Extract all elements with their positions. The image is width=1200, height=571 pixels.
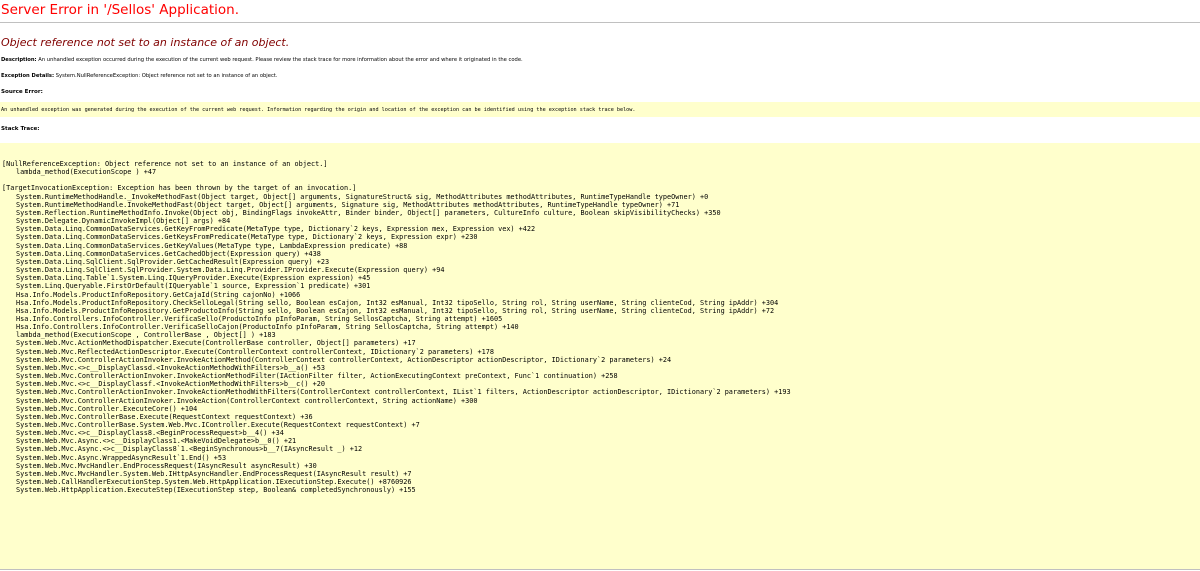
- stack-trace-line: System.Delegate.DynamicInvokeImpl(Object…: [16, 217, 231, 226]
- stack-trace-heading: Stack Trace:: [1, 126, 40, 132]
- stack-trace-line: System.Web.Mvc.<>c__DisplayClass8.<Begin…: [16, 429, 284, 438]
- stack-trace-line: System.Web.HttpApplication.ExecuteStep(I…: [16, 486, 416, 495]
- stack-trace-line: System.Data.Linq.SqlClient.SqlProvider.G…: [16, 257, 330, 266]
- stack-trace-line: System.Web.CallHandlerExecutionStep.Syst…: [16, 478, 412, 487]
- stack-trace-line: lambda_method(ExecutionScope ) +47: [16, 168, 157, 177]
- description-label: Description:: [1, 57, 37, 63]
- source-error-box: An unhandled exception was generated dur…: [0, 102, 1200, 117]
- stack-trace-line: [TargetInvocationException: Exception ha…: [2, 184, 357, 193]
- description-row: Description: An unhandled exception occu…: [1, 57, 523, 63]
- stack-trace-line: System.Web.Mvc.ControllerActionInvoker.I…: [16, 355, 672, 364]
- stack-trace-line: System.Data.Linq.CommonDataServices.GetK…: [16, 233, 478, 242]
- stack-trace-line: System.Data.Linq.CommonDataServices.GetK…: [16, 241, 408, 250]
- stack-trace-line: System.Web.Mvc.Controller.ExecuteCore() …: [16, 404, 198, 413]
- stack-trace-line: Hsa.Info.Models.ProductInfoRepository.Ge…: [16, 306, 775, 315]
- stack-trace-line: System.Web.Mvc.ControllerActionInvoker.I…: [16, 396, 478, 405]
- stack-trace-line: System.RuntimeMethodHandle._InvokeMethod…: [16, 192, 709, 201]
- source-error-text: An unhandled exception was generated dur…: [1, 107, 636, 113]
- stack-trace-line: System.Web.Mvc.ReflectedActionDescriptor…: [16, 347, 494, 356]
- stack-trace-line: System.Web.Mvc.Async.<>c__DisplayClass8`…: [16, 445, 363, 454]
- stack-trace-line: System.Reflection.RuntimeMethodInfo.Invo…: [16, 208, 721, 217]
- stack-trace-line: System.Web.Mvc.<>c__DisplayClassf.<Invok…: [16, 380, 326, 389]
- description-text: An unhandled exception occurred during t…: [38, 57, 523, 63]
- exception-details-row: Exception Details: System.NullReferenceE…: [1, 73, 277, 79]
- stack-trace-line: System.Web.Mvc.Async.WrappedAsyncResult`…: [16, 453, 227, 462]
- stack-trace-lines: [NullReferenceException: Object referenc…: [2, 160, 791, 494]
- stack-trace-line: [NullReferenceException: Object referenc…: [2, 160, 328, 168]
- stack-trace-line: Hsa.Info.Models.ProductInfoRepository.Ch…: [16, 298, 779, 307]
- stack-trace-line: Hsa.Info.Controllers.InfoController.Veri…: [16, 314, 503, 323]
- exception-details-text: System.NullReferenceException: Object re…: [55, 73, 278, 79]
- stack-trace-line: System.Data.Linq.CommonDataServices.GetC…: [16, 249, 321, 258]
- stack-trace-line: System.Web.Mvc.ControllerBase.Execute(Re…: [16, 412, 313, 421]
- stack-trace-box: [NullReferenceException: Object referenc…: [0, 143, 1200, 569]
- footer-divider: [0, 569, 1200, 570]
- stack-trace-line: System.Web.Mvc.ActionMethodDispatcher.Ex…: [16, 339, 416, 348]
- stack-trace-line: System.Web.Mvc.<>c__DisplayClassd.<Invok…: [16, 363, 326, 372]
- stack-trace-line: System.Web.Mvc.Async.<>c__DisplayClass1.…: [16, 437, 297, 446]
- stack-trace-line: Hsa.Info.Models.ProductInfoRepository.Ge…: [16, 290, 301, 299]
- title-divider: [0, 22, 1200, 23]
- stack-trace-line: System.Data.Linq.Table`1.System.Linq.IQu…: [16, 274, 371, 283]
- stack-trace-line: System.Linq.Queryable.FirstOrDefault(IQu…: [16, 282, 371, 291]
- stack-trace-line: System.RuntimeMethodHandle.InvokeMethodF…: [16, 200, 680, 209]
- page-title: Server Error in '/Sellos' Application.: [1, 2, 240, 18]
- stack-trace-line: System.Web.Mvc.MvcHandler.System.Web.IHt…: [16, 469, 412, 478]
- stack-trace-line: System.Data.Linq.CommonDataServices.GetK…: [16, 225, 536, 234]
- stack-trace-line: System.Web.Mvc.ControllerActionInvoker.I…: [16, 372, 618, 381]
- stack-trace-line: lambda_method(ExecutionScope , Controlle…: [16, 331, 276, 340]
- stack-trace-line: System.Web.Mvc.ControllerBase.System.Web…: [16, 421, 420, 429]
- stack-trace-line: System.Web.Mvc.ControllerActionInvoker.I…: [16, 388, 791, 397]
- stack-trace-line: System.Data.Linq.SqlClient.SqlProvider.S…: [16, 266, 445, 275]
- stack-trace-line: System.Web.Mvc.MvcHandler.EndProcessRequ…: [16, 461, 317, 470]
- source-error-heading: Source Error:: [1, 89, 43, 95]
- exception-details-label: Exception Details:: [1, 73, 55, 79]
- stack-trace-line: [2, 176, 791, 184]
- error-message-heading: Object reference not set to an instance …: [1, 36, 290, 49]
- stack-trace-line: Hsa.Info.Controllers.InfoController.Veri…: [16, 323, 519, 332]
